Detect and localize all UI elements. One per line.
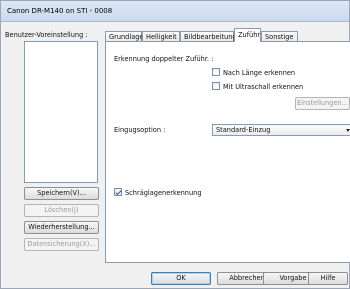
feed-option-value: Standard-Einzug [216,126,271,134]
chevron-down-icon [346,129,350,132]
skew-detection-checkbox[interactable] [114,188,122,196]
preset-list[interactable] [24,41,98,183]
window-title: Canon DR-M140 on STI - 0008 [7,7,113,15]
double-feed-label: Erkennung doppelter Zuführ. : [114,55,214,63]
skew-detection-label: Schräglagenerkennung [125,189,202,197]
preset-label: Benutzer-Voreinstellung : [5,31,88,39]
ok-button[interactable]: OK [151,272,211,285]
backup-button[interactable]: Datensicherung(X)... [24,238,99,251]
feeding-panel: Erkennung doppelter Zuführ. : Nach Länge… [105,41,350,263]
ultrasonic-detection-label: Mit Ultraschall erkennen [223,83,304,91]
tab-feeding[interactable]: Zuführ [234,28,261,42]
ultrasonic-detection-checkbox[interactable] [212,82,220,90]
title-bar: Canon DR-M140 on STI - 0008 [1,1,349,22]
help-button[interactable]: Hilfe [308,272,348,285]
settings-button[interactable]: Einstellungen... [295,97,350,110]
scanner-settings-window: Canon DR-M140 on STI - 0008 Benutzer-Vor… [0,0,350,289]
length-detection-label: Nach Länge erkennen [223,69,296,77]
feed-option-label: Eingugsoption : [114,126,166,134]
feed-option-select[interactable]: Standard-Einzug [212,124,350,136]
delete-preset-button[interactable]: Löschen(J) [24,204,99,217]
length-detection-checkbox[interactable] [212,68,220,76]
restore-button[interactable]: Wiederherstellung... [24,221,99,234]
save-preset-button[interactable]: Speichern(V)... [24,187,99,200]
